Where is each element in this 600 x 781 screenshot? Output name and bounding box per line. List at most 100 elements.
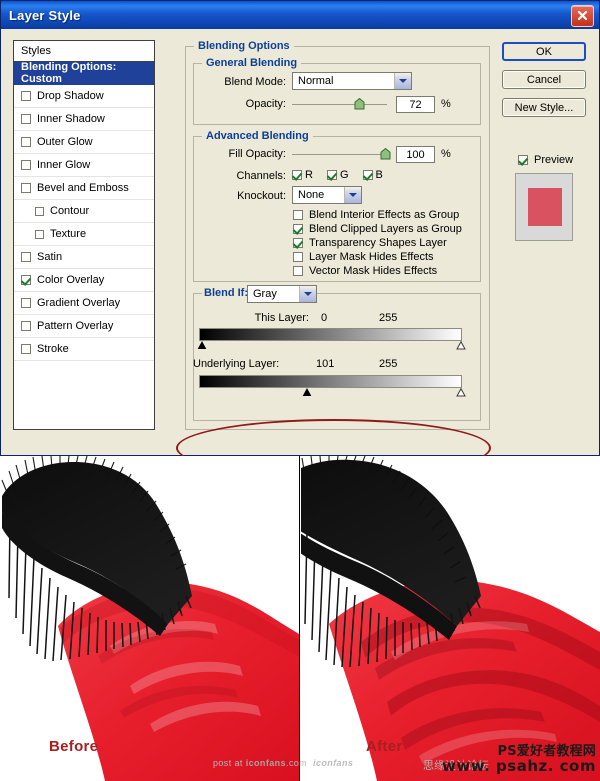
watermark-logo: iconfans: [313, 758, 354, 768]
advanced-options-list: Blend Interior Effects as Group Blend Cl…: [293, 208, 462, 278]
sidebar-item-inner-shadow[interactable]: Inner Shadow: [14, 108, 154, 131]
close-icon[interactable]: [571, 5, 594, 27]
checkbox-preview[interactable]: [518, 155, 528, 165]
title-bar[interactable]: Layer Style: [1, 1, 599, 29]
checkbox-channel-g[interactable]: [326, 170, 337, 180]
checkbox-bevel-and-emboss[interactable]: [21, 183, 31, 193]
chevron-down-icon[interactable]: [344, 187, 361, 203]
channel-r[interactable]: R: [292, 169, 313, 181]
style-label: Texture: [50, 228, 87, 240]
underlying-layer-white-value: 255: [379, 358, 398, 370]
channel-b[interactable]: B: [362, 169, 383, 181]
channels-label: Channels:: [236, 170, 286, 182]
checkbox-layer-mask-hides-effects[interactable]: [293, 252, 303, 262]
opacity-unit: %: [441, 98, 451, 110]
checkbox-channel-r[interactable]: [292, 170, 302, 180]
underlying-layer-white-stop[interactable]: [456, 387, 466, 397]
ok-button[interactable]: OK: [502, 42, 586, 61]
checkbox-drop-shadow[interactable]: [21, 91, 31, 101]
style-label: Blending Options: Custom: [21, 61, 117, 85]
preview-toggle[interactable]: Preview: [518, 154, 573, 166]
checkbox-color-overlay[interactable]: [21, 275, 31, 285]
blend-if-channel-select[interactable]: Gray: [247, 285, 317, 303]
channel-g-label: G: [339, 169, 349, 181]
layer-style-dialog: Layer Style Styles Blending Options: Cus…: [0, 0, 600, 477]
sidebar-item-pattern-overlay[interactable]: Pattern Overlay: [14, 315, 154, 338]
underlying-layer-ramp[interactable]: [199, 375, 462, 388]
sidebar-item-contour[interactable]: Contour: [14, 200, 154, 223]
checkbox-satin[interactable]: [21, 252, 31, 262]
checkbox-transparency-shapes-layer[interactable]: [293, 238, 303, 248]
option-label: Transparency Shapes Layer: [309, 237, 447, 249]
knockout-select[interactable]: None: [292, 186, 362, 204]
close-glyph: [577, 10, 588, 21]
styles-header: Styles: [14, 41, 154, 62]
sidebar-item-inner-glow[interactable]: Inner Glow: [14, 154, 154, 177]
option-label: Vector Mask Hides Effects: [309, 265, 438, 277]
checkbox-texture[interactable]: [35, 229, 44, 239]
new-style-button[interactable]: New Style...: [502, 98, 586, 117]
checkbox-inner-glow[interactable]: [21, 160, 31, 170]
checkbox-gradient-overlay[interactable]: [21, 298, 31, 308]
underlying-layer-black-stop[interactable]: [302, 388, 312, 397]
style-label: Satin: [37, 251, 63, 263]
sidebar-item-color-overlay[interactable]: Color Overlay: [14, 269, 154, 292]
style-label: Color Overlay: [37, 274, 105, 286]
checkbox-stroke[interactable]: [21, 344, 31, 354]
channels-group: R G B: [292, 169, 383, 181]
sidebar-item-bevel-and-emboss[interactable]: Bevel and Emboss: [14, 177, 154, 200]
option-layer-mask-hides-effects[interactable]: Layer Mask Hides Effects: [293, 250, 462, 264]
option-vector-mask-hides-effects[interactable]: Vector Mask Hides Effects: [293, 264, 462, 278]
fill-opacity-slider-thumb[interactable]: [380, 147, 391, 160]
preview-thumbnail: [515, 173, 573, 241]
channel-r-label: R: [305, 169, 313, 181]
fill-opacity-input[interactable]: 100: [396, 146, 435, 163]
chevron-down-icon[interactable]: [299, 286, 316, 302]
sidebar-item-gradient-overlay[interactable]: Gradient Overlay: [14, 292, 154, 315]
this-layer-white-stop[interactable]: [456, 340, 466, 350]
after-brush-illustration: [301, 456, 600, 781]
chevron-down-icon[interactable]: [394, 73, 411, 89]
sidebar-item-outer-glow[interactable]: Outer Glow: [14, 131, 154, 154]
style-label: Outer Glow: [37, 136, 93, 148]
sidebar-item-blending-options[interactable]: Blending Options: Custom: [14, 61, 154, 85]
blend-mode-label: Blend Mode:: [224, 76, 286, 88]
opacity-label: Opacity:: [245, 98, 286, 110]
image-divider: [299, 456, 300, 781]
checkbox-contour[interactable]: [35, 206, 44, 216]
before-image: [0, 456, 299, 781]
channel-b-label: B: [375, 169, 383, 181]
option-blend-clipped-layers[interactable]: Blend Clipped Layers as Group: [293, 222, 462, 236]
cancel-button[interactable]: Cancel: [502, 70, 586, 89]
sidebar-item-drop-shadow[interactable]: Drop Shadow: [14, 85, 154, 108]
style-label: Contour: [50, 205, 90, 217]
blend-mode-select[interactable]: Normal: [292, 72, 412, 90]
this-layer-ramp[interactable]: [199, 328, 462, 341]
sidebar-item-texture[interactable]: Texture: [14, 223, 154, 246]
style-label: Stroke: [37, 343, 69, 355]
sidebar-item-satin[interactable]: Satin: [14, 246, 154, 269]
checkbox-blend-interior-effects[interactable]: [293, 210, 303, 220]
this-layer-black-value: 0: [321, 312, 328, 324]
underlying-layer-label: Underlying Layer:: [193, 358, 280, 370]
checkbox-pattern-overlay[interactable]: [21, 321, 31, 331]
blend-if-channel-value: Gray: [253, 288, 277, 300]
checkbox-inner-shadow[interactable]: [21, 114, 31, 124]
opacity-slider-thumb[interactable]: [354, 97, 365, 110]
window-title: Layer Style: [9, 7, 81, 23]
knockout-value: None: [298, 189, 325, 201]
this-layer-black-stop[interactable]: [197, 341, 207, 350]
style-label: Inner Shadow: [37, 113, 105, 125]
styles-list-panel: Styles Blending Options: Custom Drop Sha…: [13, 40, 155, 430]
channel-g[interactable]: G: [326, 169, 349, 181]
checkbox-vector-mask-hides-effects[interactable]: [293, 266, 303, 276]
option-blend-interior-effects[interactable]: Blend Interior Effects as Group: [293, 208, 462, 222]
checkbox-blend-clipped-layers[interactable]: [293, 224, 303, 234]
group-legend-blending-options: Blending Options: [194, 40, 294, 52]
opacity-input[interactable]: 72: [396, 96, 435, 113]
checkbox-channel-b[interactable]: [362, 170, 373, 180]
option-transparency-shapes-layer[interactable]: Transparency Shapes Layer: [293, 236, 462, 250]
option-label: Blend Interior Effects as Group: [309, 209, 460, 221]
sidebar-item-stroke[interactable]: Stroke: [14, 338, 154, 361]
checkbox-outer-glow[interactable]: [21, 137, 31, 147]
